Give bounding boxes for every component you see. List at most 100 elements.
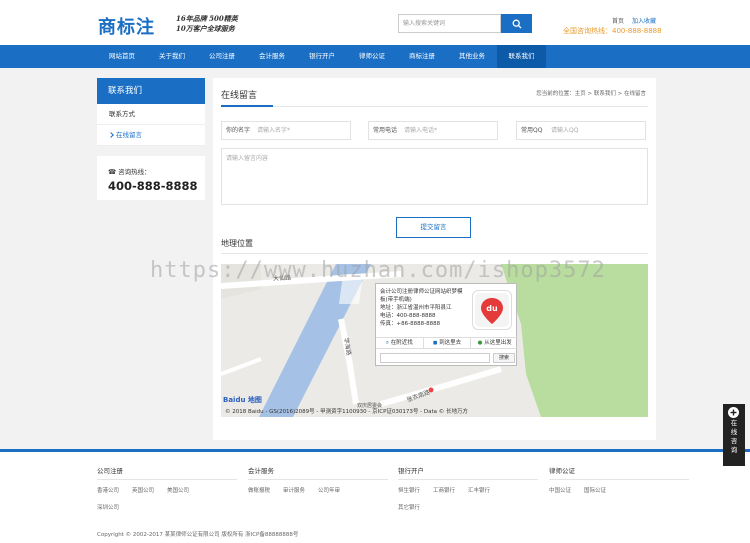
divider [221,106,648,107]
header: 商标注 16年品牌 500精英 10万客户全球服务 输入搜索关键词 首页 加入收… [0,0,750,45]
footer-link[interactable]: 做账报税 [248,486,270,494]
breadcrumb: 您当前的位置：主页 > 联系我们 > 在线留言 [536,91,646,97]
sidebar-item-label: 在线留言 [116,131,142,139]
popup-phone: 电话：400-888-8888 [380,313,436,319]
popup-title: 会计公司注册律师公证网站织梦模 [380,289,463,295]
search-icon [512,19,521,28]
footer-link[interactable]: 香港公司 [97,486,119,494]
phone-icon: ☎ [108,168,119,176]
baidu-map-logo: du [472,290,512,330]
footer-link[interactable]: 国际公证 [584,486,606,494]
plus-icon [728,407,739,418]
popup-search-input[interactable] [380,353,490,363]
footer-column-bank: 银行开户 恒生银行 工商银行 汇丰银行其它银行 [398,465,538,520]
header-hotline: 全国咨询热线：400-888-8888 [563,27,662,35]
baidu-map-icon: du [475,293,509,327]
footer-heading: 律师公证 [549,465,689,480]
slogan-line-1: 16年品牌 500精英 [176,14,238,23]
slogan: 16年品牌 500精英 10万客户全球服务 [176,14,238,34]
popup-info: 会计公司注册律师公证网站织梦模 板(带手机端) 地址：浙江省温州市平阳县江 电话… [380,288,470,328]
phone-field[interactable]: 常用电话 请输入电话* [368,121,498,140]
sidebar-contact: ☎ 咨询热线： 400-888-8888 [97,156,205,200]
popup-title-2: 板(带手机端) [380,297,412,303]
map-view[interactable]: 大仙路 学海路 张衣南路 双庆居委会 会计公司注册律师公证网站织梦模 板(带手机… [221,264,648,417]
sidebar-item-message[interactable]: 在线留言 [97,125,205,146]
nav-other[interactable]: 其他业务 [448,45,496,68]
qq-input[interactable]: 请输入QQ [551,122,578,139]
qq-field[interactable]: 常用QQ 请输入QQ [516,121,646,140]
tab-route-from[interactable]: ● 从这里出发 [471,338,518,348]
nav-trademark[interactable]: 商标注册 [398,45,446,68]
divider [221,253,648,254]
footer-link[interactable]: 工商银行 [433,486,455,494]
footer-link[interactable]: 美国公司 [167,486,189,494]
search-input[interactable]: 输入搜索关键词 [398,14,501,33]
footer-links: 中国公证 国际公证 [549,486,689,503]
name-label: 你的名字 [226,127,251,134]
copyright: Copyright © 2002-2017 某某律师公证有限公司 版权所有 浙I… [97,532,299,538]
slogan-line-2: 10万客户全球服务 [176,24,235,33]
popup-search-button[interactable]: 搜索 [493,353,515,363]
footer-link[interactable]: 汇丰银行 [468,486,490,494]
svg-text:du: du [486,304,498,313]
nav-company-register[interactable]: 公司注册 [198,45,246,68]
phone-input[interactable]: 请输入电话* [404,122,437,139]
footer-column-company: 公司注册 香港公司 英国公司 美国公司深圳公司 [97,465,237,520]
top-links: 首页 加入收藏 [612,16,662,25]
favorite-link[interactable]: 加入收藏 [632,18,656,25]
site-logo[interactable]: 商标注 [98,13,155,39]
home-link[interactable]: 首页 [612,18,624,25]
map-title: 地理位置 [221,239,253,248]
footer-link[interactable]: 深圳公司 [97,503,119,511]
footer-link[interactable]: 公司年审 [318,486,340,494]
footer-heading: 银行开户 [398,465,538,480]
nav-bank-account[interactable]: 银行开户 [298,45,346,68]
name-field[interactable]: 你的名字 请输入名字* [221,121,351,140]
nav-notary[interactable]: 律师公证 [348,45,396,68]
search-button[interactable] [501,14,532,33]
footer-link[interactable]: 其它银行 [398,503,420,511]
nav-home[interactable]: 网站首页 [98,45,146,68]
footer-link[interactable]: 英国公司 [132,486,154,494]
popup-address: 地址：浙江省温州市平阳县江 [380,305,452,311]
footer-column-accounting: 会计服务 做账报税 审计服务 公司年审 [248,465,388,503]
page-title: 在线留言 [221,91,258,101]
tab-route-to[interactable]: ◼ 到这里去 [424,338,472,348]
chevron-right-icon [108,132,114,138]
map-info-popup: 会计公司注册律师公证网站织梦模 板(带手机端) 地址：浙江省温州市平阳县江 电话… [375,283,518,366]
name-input[interactable]: 请输入名字* [257,122,290,139]
baidu-logo[interactable]: Baidu 地图 [223,395,262,405]
consult-label: 在线咨询 [730,419,738,454]
submit-button[interactable]: 提交留言 [396,217,471,238]
nav-contact[interactable]: 联系我们 [497,45,546,68]
hotline-label-text: 咨询热线： [118,168,151,176]
footer-link[interactable]: 中国公证 [549,486,571,494]
phone-label: 常用电话 [373,127,398,134]
footer-link[interactable]: 恒生银行 [398,486,420,494]
footer-links: 香港公司 英国公司 美国公司深圳公司 [97,486,237,520]
message-textarea[interactable]: 请输入留言内容 [221,148,648,205]
map-copyright: © 2018 Baidu - GS(2016)2089号 - 甲测资字11009… [225,409,469,415]
online-consult-button[interactable]: 在线咨询 [723,404,745,466]
tab-label: 到这里去 [439,340,462,346]
footer-link[interactable]: 审计服务 [283,486,305,494]
footer-links: 恒生银行 工商银行 汇丰银行其它银行 [398,486,538,520]
footer-links: 做账报税 审计服务 公司年审 [248,486,388,503]
watermark: https://www.huzhan.com/ishop3572 [150,258,606,283]
hotline-number: 400-888-8888 [108,179,198,193]
tab-nearby[interactable]: ⌕ 在附近找 [376,338,424,348]
sidebar-item-contact-info[interactable]: 联系方式 [97,104,205,125]
nav-accounting[interactable]: 会计服务 [248,45,296,68]
tab-label: 从这里出发 [484,340,512,346]
popup-tabs: ⌕ 在附近找 ◼ 到这里去 ● 从这里出发 [376,337,518,349]
popup-fax: 传真：+86-8888-8888 [380,321,441,327]
qq-label: 常用QQ [521,127,543,134]
hotline-label: ☎ 咨询热线： [108,166,205,176]
tab-label: 在附近找 [390,340,413,346]
sidebar-title: 联系我们 [97,78,205,104]
sidebar: 联系我们 联系方式 在线留言 [97,78,205,146]
title-underline [221,105,273,107]
nav-about[interactable]: 关于我们 [148,45,196,68]
footer-heading: 会计服务 [248,465,388,480]
main-nav: 网站首页 关于我们 公司注册 会计服务 银行开户 律师公证 商标注册 其他业务 … [0,45,750,68]
